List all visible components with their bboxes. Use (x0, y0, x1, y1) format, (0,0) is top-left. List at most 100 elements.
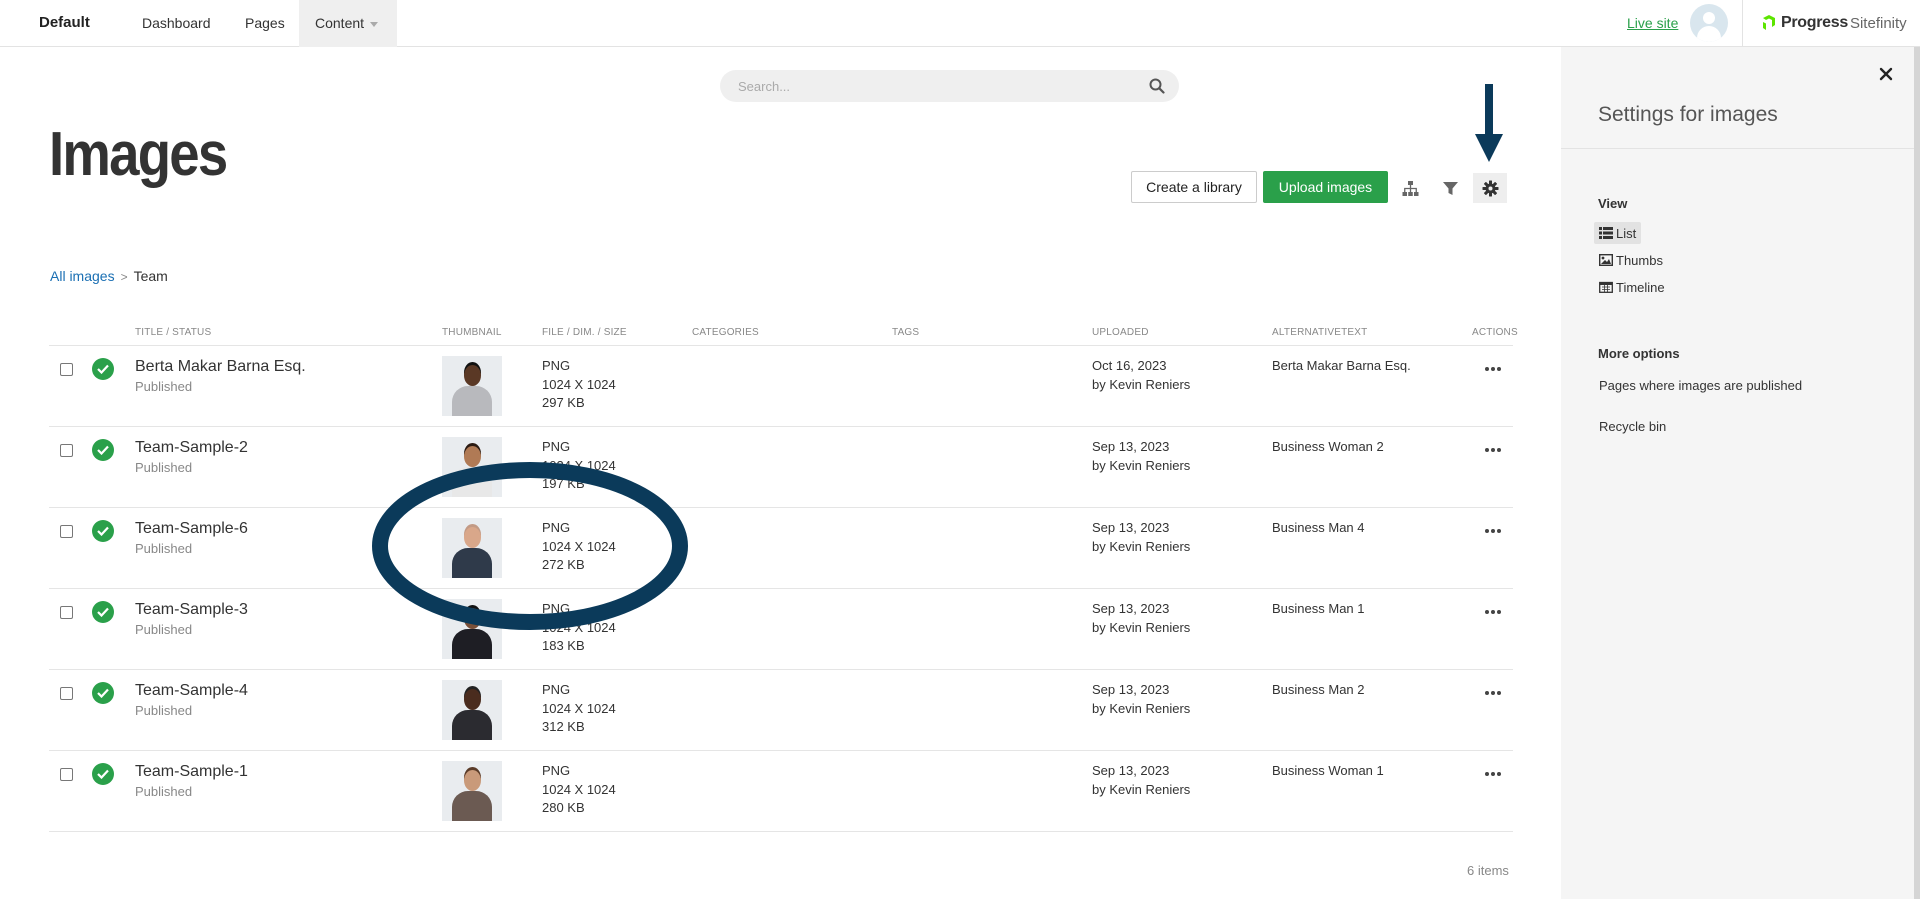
nav-dashboard[interactable]: Dashboard (126, 0, 227, 47)
table-row: Team-Sample-6 Published PNG 1024 X 1024 272 … (49, 507, 1513, 588)
alternative-text: Business Woman 1 (1272, 763, 1384, 778)
image-status: Published (135, 784, 193, 799)
image-title[interactable]: Team-Sample-4 (135, 682, 248, 700)
table-row: Team-Sample-4 Published PNG 1024 X 1024 312 … (49, 669, 1513, 750)
avatar-body (1697, 26, 1721, 42)
pages-where-published-link[interactable]: Pages where images are published (1599, 378, 1802, 393)
settings-button[interactable] (1473, 173, 1507, 203)
uploaded-by: by Kevin Reniers (1092, 377, 1191, 392)
view-option-thumbs-label: Thumbs (1616, 252, 1663, 268)
image-status: Published (135, 541, 193, 556)
col-header-title-status[interactable]: TITLE / STATUS (135, 327, 211, 338)
file-size: 183 KB (542, 638, 585, 653)
items-count: 6 items (1467, 863, 1509, 878)
table-row: Team-Sample-3 Published PNG 1024 X 1024 183 … (49, 588, 1513, 669)
check-icon (97, 688, 109, 698)
breadcrumb-separator-icon: > (120, 270, 128, 284)
library-tree-button[interactable] (1393, 173, 1427, 203)
file-dimensions: 1024 X 1024 (542, 782, 616, 797)
page-title: Images (49, 120, 228, 189)
calendar-icon (1599, 281, 1613, 293)
image-title[interactable]: Team-Sample-2 (135, 439, 248, 457)
search-icon[interactable] (1149, 78, 1165, 94)
image-title[interactable]: Team-Sample-1 (135, 763, 248, 781)
table-bottom-divider (49, 831, 1513, 832)
col-header-uploaded[interactable]: UPLOADED (1092, 327, 1149, 338)
avatar-head (1703, 12, 1715, 24)
panel-title: Settings for images (1598, 103, 1778, 126)
search-input[interactable] (738, 70, 1138, 102)
col-header-file: FILE / DIM. / SIZE (542, 327, 627, 338)
top-divider (1742, 0, 1743, 47)
more-options-label: More options (1598, 346, 1680, 361)
row-checkbox[interactable] (60, 363, 73, 376)
more-icon[interactable] (1481, 360, 1505, 378)
file-type: PNG (542, 358, 571, 373)
thumbnail-figure-body (452, 710, 492, 740)
nav-content-label: Content (315, 15, 365, 31)
more-icon[interactable] (1481, 765, 1505, 783)
row-checkbox[interactable] (60, 606, 73, 619)
alternative-text: Business Woman 2 (1272, 439, 1384, 454)
site-name[interactable]: Default (39, 14, 90, 31)
image-title[interactable]: Team-Sample-6 (135, 520, 248, 538)
alternative-text: Business Man 2 (1272, 682, 1365, 697)
image-thumbnail[interactable] (442, 680, 502, 740)
image-thumbnail[interactable] (442, 356, 502, 416)
more-icon[interactable] (1481, 684, 1505, 702)
table-row: Berta Makar Barna Esq. Published PNG 1024 X… (49, 345, 1513, 426)
view-option-thumbs[interactable]: Thumbs (1594, 249, 1668, 271)
more-icon[interactable] (1481, 522, 1505, 540)
gear-icon (1482, 180, 1498, 196)
filter-button[interactable] (1433, 173, 1467, 203)
thumbnail-figure-head (464, 770, 481, 791)
file-type: PNG (542, 682, 571, 697)
list-icon (1599, 227, 1613, 239)
row-checkbox[interactable] (60, 525, 73, 538)
uploaded-by: by Kevin Reniers (1092, 539, 1191, 554)
close-icon[interactable] (1879, 67, 1893, 81)
nav-pages[interactable]: Pages (229, 0, 301, 47)
sitemap-icon (1402, 180, 1418, 196)
uploaded-date: Oct 16, 2023 (1092, 358, 1167, 373)
breadcrumb-all-images[interactable]: All images (50, 268, 115, 284)
image-title[interactable]: Team-Sample-3 (135, 601, 248, 619)
image-status: Published (135, 622, 193, 637)
col-header-categories: CATEGORIES (692, 327, 759, 338)
user-avatar[interactable] (1690, 4, 1728, 42)
recycle-bin-link[interactable]: Recycle bin (1599, 419, 1666, 434)
row-checkbox[interactable] (60, 687, 73, 700)
row-checkbox[interactable] (60, 444, 73, 457)
published-status-icon (92, 439, 114, 461)
thumbnail-figure-head (464, 689, 481, 710)
alternative-text: Business Man 4 (1272, 520, 1365, 535)
settings-panel (1561, 47, 1914, 899)
col-header-actions: ACTIONS (1472, 327, 1518, 338)
uploaded-by: by Kevin Reniers (1092, 620, 1191, 635)
uploaded-by: by Kevin Reniers (1092, 701, 1191, 716)
view-option-list[interactable]: List (1594, 222, 1642, 244)
published-status-icon (92, 358, 114, 380)
more-icon[interactable] (1481, 441, 1505, 459)
view-option-timeline[interactable]: Timeline (1594, 276, 1670, 298)
panel-scrollbar[interactable] (1914, 47, 1920, 899)
table-row: Team-Sample-1 Published PNG 1024 X 1024 280 … (49, 750, 1513, 831)
image-status: Published (135, 460, 193, 475)
more-icon[interactable] (1481, 603, 1505, 621)
image-thumbnail[interactable] (442, 761, 502, 821)
image-title[interactable]: Berta Makar Barna Esq. (135, 358, 306, 376)
uploaded-date: Sep 13, 2023 (1092, 439, 1170, 454)
nav-content[interactable]: Content (299, 0, 397, 47)
uploaded-by: by Kevin Reniers (1092, 458, 1191, 473)
thumbnail-figure-body (452, 791, 492, 821)
annotation-ellipse (372, 462, 688, 630)
table-row: Team-Sample-2 Published PNG 1024 X 1024 197 … (49, 426, 1513, 507)
view-option-timeline-label: Timeline (1616, 279, 1665, 295)
view-section-label: View (1598, 196, 1628, 211)
upload-images-button[interactable]: Upload images (1263, 171, 1388, 203)
progress-logo-icon (1763, 15, 1775, 30)
live-site-link[interactable]: Live site (1627, 15, 1678, 31)
create-library-button[interactable]: Create a library (1131, 171, 1257, 203)
check-icon (97, 364, 109, 374)
row-checkbox[interactable] (60, 768, 73, 781)
